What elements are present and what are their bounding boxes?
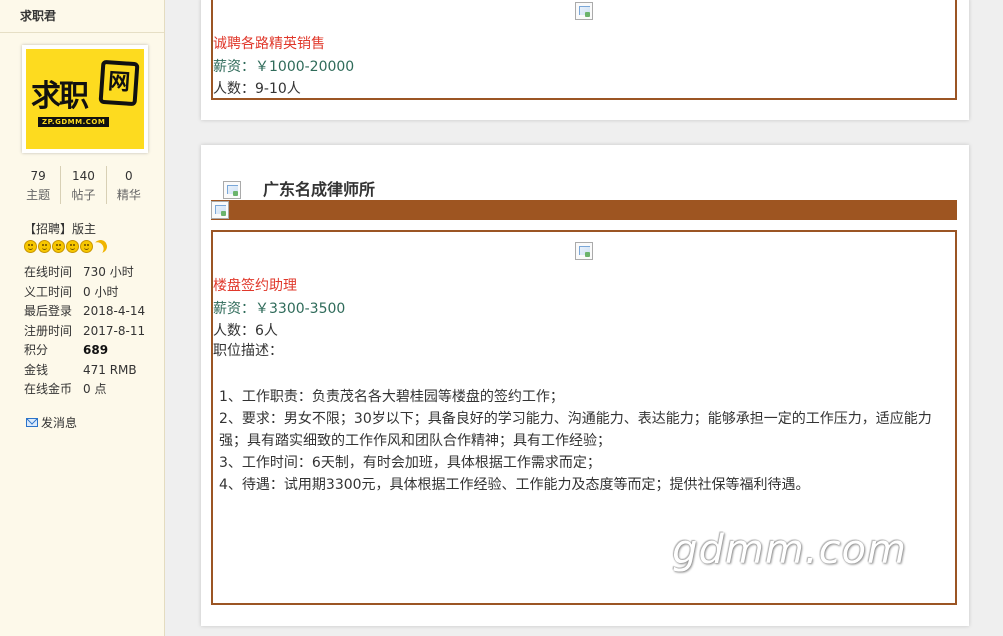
stat-posts-count: 140 <box>72 169 95 183</box>
info-row: 金钱 471 RMB <box>24 361 145 381</box>
job-title[interactable]: 诚聘各路精英销售 <box>213 33 325 53</box>
avatar[interactable]: 求职 网 ZP.GDMM.COM <box>22 45 148 153</box>
group-tag: 【招聘】 <box>24 222 73 236</box>
user-info-list: 在线时间 730 小时 义工时间 0 小时 最后登录 2018-4-14 注册时… <box>24 263 145 400</box>
company-logo-broken-image-icon <box>223 181 241 199</box>
info-key: 义工时间 <box>24 284 73 299</box>
info-value: 2017-8-11 <box>83 323 146 338</box>
profile-sidebar: 求职君 求职 网 ZP.GDMM.COM 79 主题 140 帖子 0 精华 【… <box>0 0 165 636</box>
info-key: 金钱 <box>24 362 49 377</box>
job-box: 诚聘各路精英销售 薪资：￥1000-20000 人数：9-10人 <box>211 0 957 100</box>
job-box: 楼盘签约助理 薪资：￥3300-3500 人数：6人 职位描述： 1、工作职责：… <box>211 230 957 605</box>
company-name[interactable]: 广东名成律师所 <box>263 176 375 200</box>
job-post-card: 广东名成律师所 楼盘签约助理 薪资：￥3300-3500 人数：6人 职位描述：… <box>201 145 969 626</box>
info-row: 在线金币 0 点 <box>24 380 145 400</box>
broken-image-icon <box>575 242 593 260</box>
job-description-item: 4、待遇：试用期3300元，具体根据工作经验、工作能力及态度等而定；提供社保等福… <box>219 477 810 493</box>
info-value: 0 点 <box>83 382 107 396</box>
info-row: 注册时间 2017-8-11 <box>24 322 145 342</box>
avatar-logo-box: 网 <box>98 59 140 107</box>
stat-digest-count: 0 <box>125 169 133 183</box>
info-value: 0 小时 <box>83 284 119 299</box>
avatar-logo-text: 求职 <box>31 79 89 114</box>
job-headcount: 人数：6人 <box>213 323 278 339</box>
site-watermark: gdmm.com <box>672 527 907 573</box>
info-row: 义工时间 0 小时 <box>24 283 145 303</box>
username[interactable]: 求职君 <box>0 0 164 33</box>
job-description-item: 3、工作时间：6天制，有时会加班，具体根据工作需求而定； <box>219 455 601 471</box>
info-key: 在线时间 <box>24 265 73 279</box>
stat-topics[interactable]: 79 主题 <box>16 166 60 204</box>
smiley-icon <box>66 240 79 253</box>
stat-digest-label: 精华 <box>116 188 141 202</box>
job-salary: 薪资：￥1000-20000 <box>213 59 355 75</box>
job-post-card: 诚聘各路精英销售 薪资：￥1000-20000 人数：9-10人 <box>201 0 969 120</box>
info-key: 在线金币 <box>24 382 73 396</box>
info-row: 在线时间 730 小时 <box>24 263 145 283</box>
info-row: 最后登录 2018-4-14 <box>24 302 145 322</box>
job-salary: 薪资：￥3300-3500 <box>213 301 346 317</box>
stat-topics-count: 79 <box>30 169 46 183</box>
user-group: 【招聘】版主 <box>24 220 96 237</box>
send-message-button[interactable]: 发消息 <box>26 414 77 431</box>
group-role-link[interactable]: 版主 <box>72 222 96 236</box>
avatar-logo-domain: ZP.GDMM.COM <box>38 117 110 127</box>
stat-posts-label: 帖子 <box>71 188 96 202</box>
job-headcount: 人数：9-10人 <box>213 81 301 97</box>
smiley-icon <box>24 240 37 253</box>
info-value-points: 689 <box>83 343 109 357</box>
stat-posts[interactable]: 140 帖子 <box>60 166 105 204</box>
user-stats: 79 主题 140 帖子 0 精华 <box>16 166 151 204</box>
info-key: 注册时间 <box>24 323 73 338</box>
stat-topics-label: 主题 <box>26 188 51 202</box>
rank-stars <box>24 240 107 253</box>
company-banner <box>211 200 957 220</box>
banner-broken-image-icon <box>211 201 229 219</box>
broken-image-icon <box>575 2 593 20</box>
job-description-item: 1、工作职责：负责茂名各大碧桂园等楼盘的签约工作； <box>219 389 564 405</box>
info-value: 730 小时 <box>83 265 134 279</box>
info-key: 积分 <box>24 343 49 357</box>
smiley-icon <box>38 240 51 253</box>
info-value: 2018-4-14 <box>83 304 146 318</box>
job-description-label: 职位描述： <box>213 343 283 359</box>
send-message-label: 发消息 <box>41 416 78 430</box>
smiley-icon <box>80 240 93 253</box>
mail-icon <box>26 418 38 427</box>
info-row: 积分 689 <box>24 341 145 361</box>
job-description: 1、工作职责：负责茂名各大碧桂园等楼盘的签约工作； 2、要求：男女不限；30岁以… <box>219 386 953 496</box>
info-value: 471 RMB <box>83 362 137 377</box>
moon-icon <box>92 238 109 255</box>
info-key: 最后登录 <box>24 304 73 318</box>
job-description-item: 2、要求：男女不限；30岁以下；具备良好的学习能力、沟通能力、表达能力；能够承担… <box>219 411 932 449</box>
stat-digest[interactable]: 0 精华 <box>105 166 151 204</box>
smiley-icon <box>52 240 65 253</box>
job-title[interactable]: 楼盘签约助理 <box>213 275 297 295</box>
avatar-image: 求职 网 ZP.GDMM.COM <box>26 49 144 149</box>
